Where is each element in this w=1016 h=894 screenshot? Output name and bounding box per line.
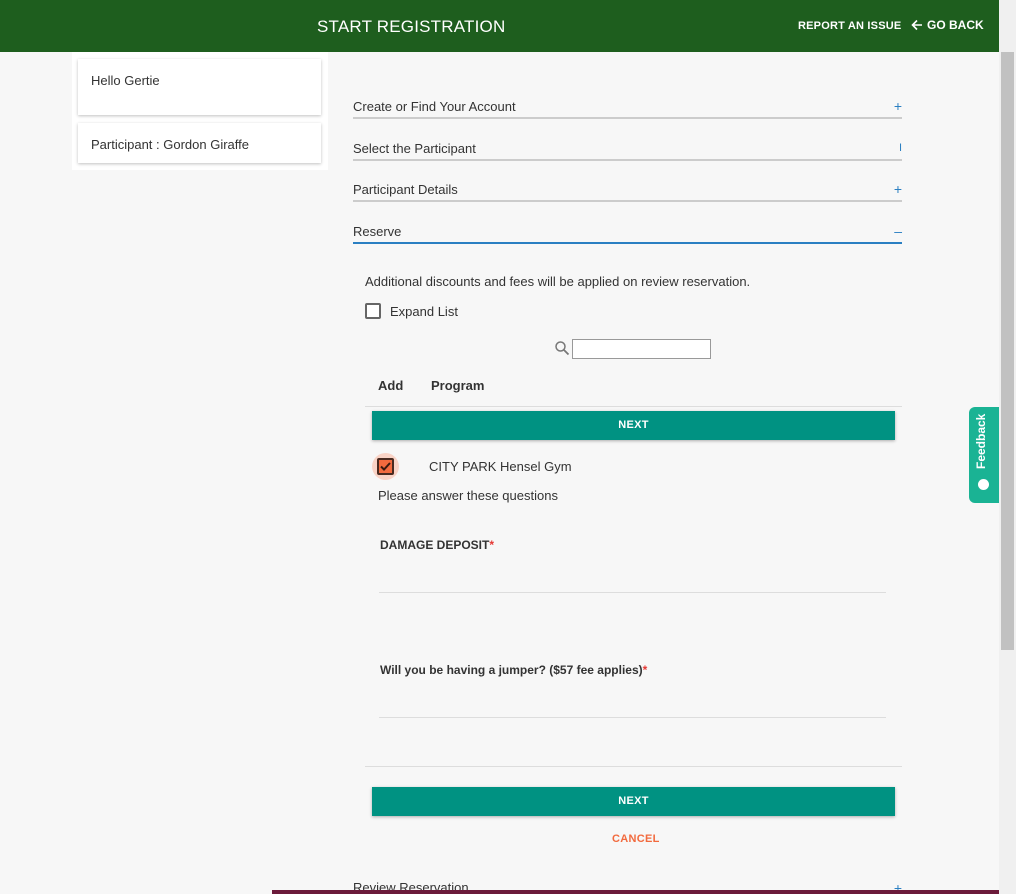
required-mark: * bbox=[489, 538, 495, 552]
cancel-button[interactable]: CANCEL bbox=[612, 833, 660, 845]
discount-note: Additional discounts and fees will be ap… bbox=[365, 274, 751, 289]
step-participant-details[interactable]: Participant Details + bbox=[353, 181, 902, 202]
scrollbar-thumb[interactable] bbox=[1001, 52, 1014, 650]
step-create-account[interactable]: Create or Find Your Account + bbox=[353, 98, 902, 119]
program-name: CITY PARK Hensel Gym bbox=[429, 459, 572, 474]
expand-list-label: Expand List bbox=[390, 303, 458, 319]
question-damage-deposit: DAMAGE DEPOSIT* bbox=[380, 538, 494, 552]
step-label: Select the Participant bbox=[353, 141, 476, 156]
feedback-icon bbox=[978, 479, 989, 490]
sidebar-panel: Hello Gertie Participant : Gordon Giraff… bbox=[72, 52, 328, 170]
step-select-participant[interactable]: Select the Participant I bbox=[353, 141, 902, 161]
checkbox-checked bbox=[377, 458, 394, 475]
plus-icon: + bbox=[893, 181, 902, 197]
jumper-field[interactable] bbox=[379, 717, 886, 718]
step-label: Participant Details bbox=[353, 182, 458, 197]
plus-icon: + bbox=[893, 98, 902, 114]
column-program: Program bbox=[431, 378, 485, 393]
column-add: Add bbox=[378, 378, 404, 393]
question-text: Will you be having a jumper? ($57 fee ap… bbox=[380, 663, 643, 677]
report-issue-link[interactable]: REPORT AN ISSUE bbox=[798, 20, 901, 32]
next-button-bottom[interactable]: NEXT bbox=[372, 787, 895, 816]
required-mark: * bbox=[642, 663, 648, 677]
scrollbar[interactable] bbox=[999, 0, 1016, 894]
expand-list-toggle[interactable]: Expand List bbox=[365, 303, 458, 319]
program-checkbox[interactable] bbox=[372, 453, 399, 480]
arrow-left-icon bbox=[911, 19, 922, 31]
step-reserve[interactable]: Reserve – bbox=[353, 223, 902, 244]
expand-list-checkbox[interactable] bbox=[365, 303, 381, 319]
cursor-icon: I bbox=[898, 142, 902, 154]
search-input[interactable] bbox=[572, 339, 711, 359]
go-back-button[interactable]: GO BACK bbox=[910, 18, 984, 32]
greeting-card: Hello Gertie bbox=[78, 59, 321, 115]
section-divider bbox=[365, 766, 902, 767]
feedback-label: Feedback bbox=[974, 413, 988, 469]
table-divider bbox=[365, 406, 902, 407]
bottom-strip bbox=[272, 890, 999, 894]
checkmark-icon bbox=[380, 462, 391, 471]
participant-card: Participant : Gordon Giraffe bbox=[78, 123, 321, 163]
top-bar: START REGISTRATION REPORT AN ISSUE GO BA… bbox=[0, 0, 999, 52]
minus-icon: – bbox=[894, 223, 902, 239]
question-text: DAMAGE DEPOSIT bbox=[380, 538, 490, 552]
next-button-top[interactable]: NEXT bbox=[372, 411, 895, 440]
step-label: Reserve bbox=[353, 224, 402, 239]
questions-intro: Please answer these questions bbox=[378, 488, 558, 503]
search-icon bbox=[555, 341, 570, 356]
question-jumper: Will you be having a jumper? ($57 fee ap… bbox=[380, 663, 647, 677]
feedback-tab[interactable]: Feedback bbox=[969, 407, 999, 503]
go-back-label: GO BACK bbox=[927, 18, 984, 32]
step-label: Create or Find Your Account bbox=[353, 99, 516, 114]
damage-deposit-field[interactable] bbox=[379, 592, 886, 593]
page-title: START REGISTRATION bbox=[317, 17, 506, 36]
